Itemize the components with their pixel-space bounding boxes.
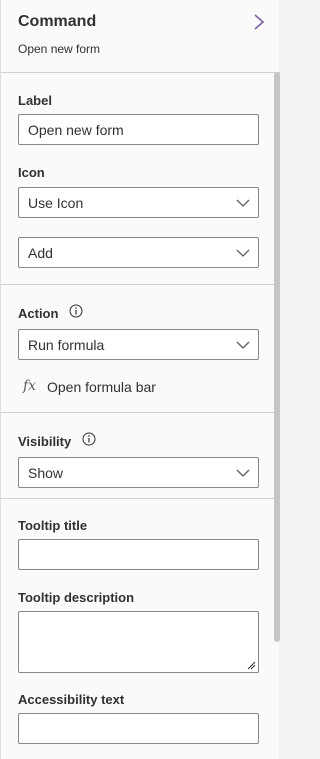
chevron-down-icon (236, 199, 250, 207)
chevron-right-icon[interactable] (252, 12, 266, 32)
info-icon[interactable] (82, 432, 96, 446)
panel-header: Command Open new form (1, 0, 280, 72)
icon-heading: Icon (18, 165, 45, 180)
tooltip-title-input[interactable] (18, 539, 259, 570)
action-heading: Action (18, 306, 59, 321)
divider (1, 498, 280, 499)
accessibility-text-input[interactable] (18, 713, 259, 744)
visibility-value: Show (28, 465, 64, 481)
info-icon[interactable] (69, 304, 83, 318)
panel-subtitle: Open new form (18, 42, 101, 56)
tooltip-description-textarea[interactable] (18, 611, 259, 673)
chevron-down-icon (236, 341, 250, 349)
accessibility-text-heading: Accessibility text (18, 692, 125, 707)
chevron-down-icon (236, 469, 250, 477)
icon-type-dropdown[interactable]: Use Icon (18, 187, 259, 218)
divider (1, 412, 280, 413)
visibility-heading: Visibility (18, 434, 72, 449)
action-value: Run formula (28, 337, 105, 353)
icon-select-value: Add (28, 245, 53, 261)
label-heading: Label (18, 93, 52, 108)
vertical-scrollbar[interactable] (274, 72, 280, 642)
label-input[interactable]: Open new form (18, 114, 259, 145)
open-formula-bar-label: Open formula bar (47, 379, 156, 395)
label-input-value: Open new form (28, 122, 124, 138)
divider (1, 72, 280, 73)
icon-select-dropdown[interactable]: Add (18, 237, 259, 268)
resize-handle-icon[interactable] (246, 660, 256, 670)
icon-type-value: Use Icon (28, 195, 84, 211)
tooltip-title-heading: Tooltip title (18, 518, 88, 533)
properties-panel: Command Open new form Label Open new for… (0, 0, 280, 759)
action-dropdown[interactable]: Run formula (18, 329, 259, 360)
tooltip-description-heading: Tooltip description (18, 590, 135, 605)
visibility-dropdown[interactable]: Show (18, 457, 259, 488)
divider (1, 284, 280, 285)
panel-title: Command (18, 13, 97, 30)
chevron-down-icon (236, 249, 250, 257)
fx-icon: fx (23, 378, 37, 394)
